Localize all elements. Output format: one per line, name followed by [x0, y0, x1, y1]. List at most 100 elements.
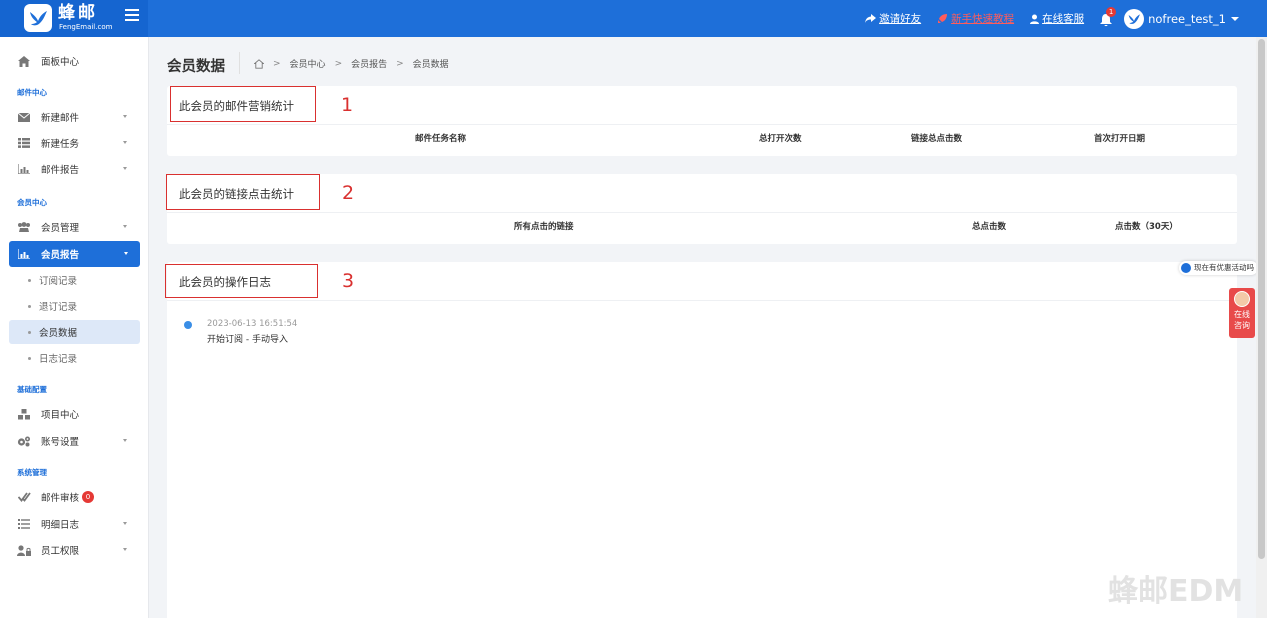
sidebar-subitem-label: 订阅记录 — [39, 276, 78, 287]
watermark: 蜂邮EDM — [1108, 574, 1244, 609]
user-lock-icon — [17, 544, 31, 556]
section-system: 系统管理 — [17, 468, 47, 477]
chevron-down-icon — [1231, 16, 1239, 21]
user-avatar — [1124, 8, 1145, 29]
title-divider — [239, 52, 240, 74]
top-header: 蜂邮 FengEmail.com 邀请好友 新手快速教程 在线客服 1 nofr… — [0, 0, 1267, 37]
online-service-link[interactable]: 在线客服 — [1030, 11, 1084, 26]
list-lines-icon — [17, 518, 31, 530]
sidebar-subitem-label: 日志记录 — [39, 354, 78, 365]
quick-tutorial-link[interactable]: 新手快速教程 — [937, 11, 1014, 26]
sidebar-item-new-mail[interactable]: 新建邮件 — [0, 104, 149, 130]
username: nofree_test_1 — [1148, 11, 1226, 26]
chevron-down-icon — [123, 225, 127, 228]
page-scrollbar[interactable] — [1256, 37, 1267, 618]
scrollbar-thumb[interactable] — [1258, 39, 1265, 559]
chevron-down-icon — [123, 141, 127, 144]
sidebar-item-member-report[interactable]: 会员报告 — [9, 241, 140, 267]
invite-friends-label: 邀请好友 — [879, 13, 922, 25]
log-entry-text: 开始订阅 - 手动导入 — [207, 335, 288, 345]
section-basic: 基础配置 — [17, 385, 47, 394]
chevron-down-icon — [123, 115, 127, 118]
share-icon — [865, 14, 877, 23]
user-icon — [1030, 14, 1040, 24]
sidebar-item-label: 面板中心 — [41, 57, 80, 68]
double-check-icon — [17, 491, 31, 503]
gears-icon — [17, 435, 31, 447]
sidebar-item-new-task[interactable]: 新建任务 — [0, 130, 149, 156]
operation-log-card: 此会员的操作日志 — [167, 262, 1237, 618]
sidebar-subitem-member-data[interactable]: 会员数据 — [9, 320, 140, 344]
chat-icon — [1181, 263, 1191, 273]
breadcrumb: > 会员中心 > 会员报告 > 会员数据 — [254, 57, 449, 70]
sidebar-item-dashboard[interactable]: 面板中心 — [0, 48, 149, 74]
promo-chat-bubble[interactable]: 现在有优惠活动吗 — [1179, 261, 1258, 275]
online-consult-button[interactable]: 在线 咨询 — [1229, 288, 1255, 338]
column-header: 所有点击的链接 — [514, 222, 574, 232]
chart-icon — [17, 163, 31, 175]
table-header-row: 所有点击的链接 总点击数 点击数（30天） — [167, 213, 1237, 243]
breadcrumb-item[interactable]: 会员报告 — [351, 57, 387, 70]
timeline-dot — [184, 321, 192, 329]
users-icon — [17, 221, 31, 233]
sidebar-item-label: 新建邮件 — [41, 113, 80, 124]
sidebar-item-mail-report[interactable]: 邮件报告 — [0, 156, 149, 182]
log-entry-time: 2023-06-13 16:51:54 — [207, 319, 298, 329]
menu-toggle-icon[interactable] — [125, 9, 139, 23]
mail-stats-card: 此会员的邮件营销统计 邮件任务名称 总打开次数 链接总点击数 首次打开日期 — [167, 86, 1237, 156]
highlight-number-2: 2 — [342, 182, 355, 204]
breadcrumb-item: 会员数据 — [412, 60, 449, 70]
card-header: 此会员的邮件营销统计 — [167, 86, 1237, 125]
highlight-box-3 — [165, 264, 318, 298]
consult-label-1: 在线 — [1234, 310, 1250, 319]
column-header: 总点击数 — [972, 222, 1007, 232]
chart-icon — [17, 248, 31, 260]
sidebar-item-project-center[interactable]: 项目中心 — [0, 401, 149, 427]
highlight-number-1: 1 — [341, 94, 354, 116]
avatar-bird-icon — [1128, 13, 1141, 24]
sidebar-item-detail-log[interactable]: 明细日志 — [0, 511, 149, 537]
chevron-down-icon — [123, 522, 127, 525]
link-stats-card: 此会员的链接点击统计 所有点击的链接 总点击数 点击数（30天） — [167, 174, 1237, 244]
sidebar-item-label: 账号设置 — [41, 437, 80, 448]
sidebar-item-staff-perms[interactable]: 员工权限 — [0, 537, 149, 563]
card-header: 此会员的链接点击统计 — [167, 174, 1237, 213]
invite-friends-link[interactable]: 邀请好友 — [865, 11, 921, 26]
highlight-number-3: 3 — [342, 270, 355, 292]
breadcrumb-item[interactable]: 会员中心 — [290, 57, 326, 70]
online-service-label: 在线客服 — [1042, 13, 1085, 25]
sidebar-item-label: 项目中心 — [41, 410, 80, 421]
breadcrumb-separator: > — [396, 58, 404, 69]
notification-bell[interactable]: 1 — [1100, 6, 1117, 27]
sidebar-item-label: 明细日志 — [41, 520, 80, 531]
highlight-box-2 — [166, 174, 320, 210]
quick-tutorial-label: 新手快速教程 — [951, 13, 1015, 25]
highlight-box-1 — [170, 86, 316, 122]
column-header: 链接总点击数 — [911, 134, 963, 144]
sidebar-subitem-label: 会员数据 — [39, 328, 78, 339]
sidebar-item-member-mgmt[interactable]: 会员管理 — [0, 214, 149, 240]
sidebar-subitem-sub-records[interactable]: 订阅记录 — [9, 268, 140, 292]
sidebar-item-account-settings[interactable]: 账号设置 — [0, 428, 149, 454]
logo-text: 蜂邮 — [58, 3, 98, 23]
column-header: 邮件任务名称 — [415, 134, 467, 144]
section-mail: 邮件中心 — [17, 88, 47, 97]
sidebar-subitem-unsub-records[interactable]: 退订记录 — [9, 294, 140, 318]
sidebar-subitem-label: 退订记录 — [39, 302, 78, 313]
sidebar-item-mail-review[interactable]: 邮件审核 0 — [0, 484, 149, 510]
home-icon — [17, 55, 31, 67]
bullet-icon — [28, 330, 31, 334]
notification-count-badge: 1 — [1106, 6, 1117, 17]
chevron-down-icon — [123, 548, 127, 551]
rocket-icon — [938, 14, 948, 23]
sidebar-subitem-log-records[interactable]: 日志记录 — [9, 346, 140, 370]
top-links: 邀请好友 新手快速教程 在线客服 1 nofree_test_1 — [849, 0, 1239, 37]
chevron-down-icon — [123, 439, 127, 442]
sidebar-item-label: 会员报告 — [41, 250, 80, 261]
table-header-row: 邮件任务名称 总打开次数 链接总点击数 首次打开日期 — [167, 125, 1237, 155]
envelope-icon — [17, 111, 31, 123]
column-header: 点击数（30天） — [1115, 222, 1178, 232]
chevron-down-icon — [123, 167, 127, 170]
user-menu[interactable]: nofree_test_1 — [1124, 8, 1239, 29]
home-icon[interactable] — [254, 58, 264, 69]
